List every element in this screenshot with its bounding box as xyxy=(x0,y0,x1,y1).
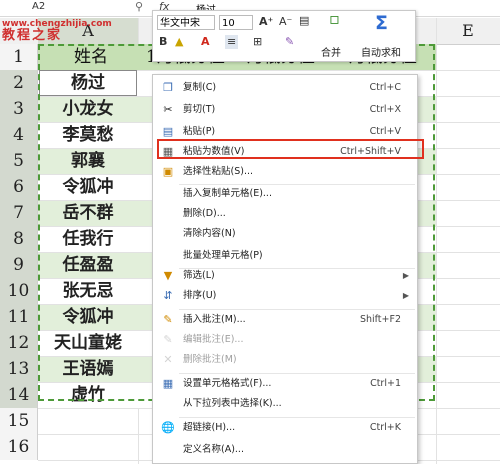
sort-icon: ⇵ xyxy=(163,289,173,302)
format-cells-icon: ▦ xyxy=(162,377,174,390)
menu-item-clear-contents[interactable]: 清除内容(N) xyxy=(153,223,417,245)
edit-comment-icon: ✎ xyxy=(163,333,173,346)
highlight-box xyxy=(157,139,424,159)
mini-toolbar: 华文中宋 10 A⁺ A⁻ ▤ B ▲ A ≡ ⊞ ✎ ▫ 合并 Σ 自动求和 xyxy=(152,10,416,62)
menu-item-filter[interactable]: ▼ 筛选(L) ▶ xyxy=(153,265,417,287)
delete-comment-icon: ✕ xyxy=(163,353,173,366)
row-header[interactable]: 2 xyxy=(0,70,38,96)
menu-item-sort[interactable]: ⇵ 排序(U) ▶ xyxy=(153,285,417,307)
menu-item-hyperlink[interactable]: 🌐 超链接(H)... Ctrl+K xyxy=(153,417,417,439)
font-size-select[interactable]: 10 xyxy=(219,15,253,30)
menu-item-delete-comment[interactable]: ✕ 删除批注(M) xyxy=(153,349,417,371)
row-header[interactable]: 12 xyxy=(0,330,38,356)
paste-icon: ▤ xyxy=(162,125,174,138)
autosum-button[interactable]: 自动求和 xyxy=(361,44,401,59)
menu-item-format-cells[interactable]: ▦ 设置单元格格式(F)... Ctrl+1 xyxy=(153,373,417,395)
clear-format-icon[interactable]: ▤ xyxy=(299,14,309,28)
format-painter-icon[interactable]: ✎ xyxy=(285,35,294,49)
hyperlink-icon: 🌐 xyxy=(161,421,175,434)
border-icon[interactable]: ⊞ xyxy=(253,35,262,49)
merge-icon[interactable]: ▫ xyxy=(329,11,340,27)
menu-item-batch-process[interactable]: 批量处理单元格(P) xyxy=(153,245,417,267)
row-header[interactable]: 15 xyxy=(0,408,38,434)
context-menu: ❐ 复制(C) Ctrl+C ✂ 剪切(T) Ctrl+X ▤ 粘贴(P) Ct… xyxy=(152,74,418,464)
menu-item-paste-special[interactable]: ▣ 选择性粘贴(S)... xyxy=(153,161,417,183)
row-header[interactable]: 8 xyxy=(0,226,38,252)
font-color-icon[interactable]: A xyxy=(201,35,210,49)
row-header[interactable]: 5 xyxy=(0,148,38,174)
filter-icon: ▼ xyxy=(163,269,173,282)
row-header[interactable]: 11 xyxy=(0,304,38,330)
bold-button[interactable]: B xyxy=(159,35,167,49)
merge-button[interactable]: 合并 xyxy=(321,44,341,59)
menu-item-insert-copied-cells[interactable]: 插入复制单元格(E)... xyxy=(153,183,417,205)
font-family-select[interactable]: 华文中宋 xyxy=(157,15,215,30)
row-header[interactable]: 1 xyxy=(0,44,38,70)
submenu-arrow-icon: ▶ xyxy=(402,291,409,300)
menu-item-pick-from-list[interactable]: 从下拉列表中选择(K)... xyxy=(153,393,417,415)
autosum-icon[interactable]: Σ xyxy=(375,12,388,34)
menu-item-define-name[interactable]: 定义名称(A)... xyxy=(153,439,417,461)
menu-item-cut[interactable]: ✂ 剪切(T) Ctrl+X xyxy=(153,99,417,121)
menu-item-delete[interactable]: 删除(D)... xyxy=(153,203,417,225)
menu-item-insert-comment[interactable]: ✎ 插入批注(M)... Shift+F2 xyxy=(153,309,417,331)
row-header[interactable]: 7 xyxy=(0,200,38,226)
submenu-arrow-icon: ▶ xyxy=(402,271,409,280)
row-header[interactable]: 9 xyxy=(0,252,38,278)
grow-font-button[interactable]: A⁺ xyxy=(259,15,273,29)
row-header[interactable]: 6 xyxy=(0,174,38,200)
insert-comment-icon: ✎ xyxy=(163,313,173,326)
menu-item-copy[interactable]: ❐ 复制(C) Ctrl+C xyxy=(153,77,417,99)
row-header[interactable]: 13 xyxy=(0,356,38,382)
copy-icon: ❐ xyxy=(163,81,173,94)
row-header[interactable]: 14 xyxy=(0,382,38,408)
row-header[interactable]: 16 xyxy=(0,434,38,460)
align-icon[interactable]: ≡ xyxy=(225,35,239,49)
scissors-icon: ✂ xyxy=(163,103,173,116)
watermark-title: 教程之家 xyxy=(2,28,63,43)
shrink-font-button[interactable]: A⁻ xyxy=(279,15,292,29)
column-header-e[interactable]: E xyxy=(436,18,500,45)
fill-color-icon[interactable]: ▲ xyxy=(175,35,183,49)
row-header[interactable]: 10 xyxy=(0,278,38,304)
menu-item-edit-comment[interactable]: ✎ 编辑批注(E)... xyxy=(153,329,417,351)
watermark: www.chengzhijia.com 教程之家 xyxy=(2,18,112,42)
row-header[interactable]: 4 xyxy=(0,122,38,148)
magnifier-icon[interactable]: ⚲ xyxy=(135,0,143,13)
paste-special-icon: ▣ xyxy=(162,165,174,178)
name-box[interactable]: A2 xyxy=(32,1,45,12)
row-header[interactable]: 3 xyxy=(0,96,38,122)
